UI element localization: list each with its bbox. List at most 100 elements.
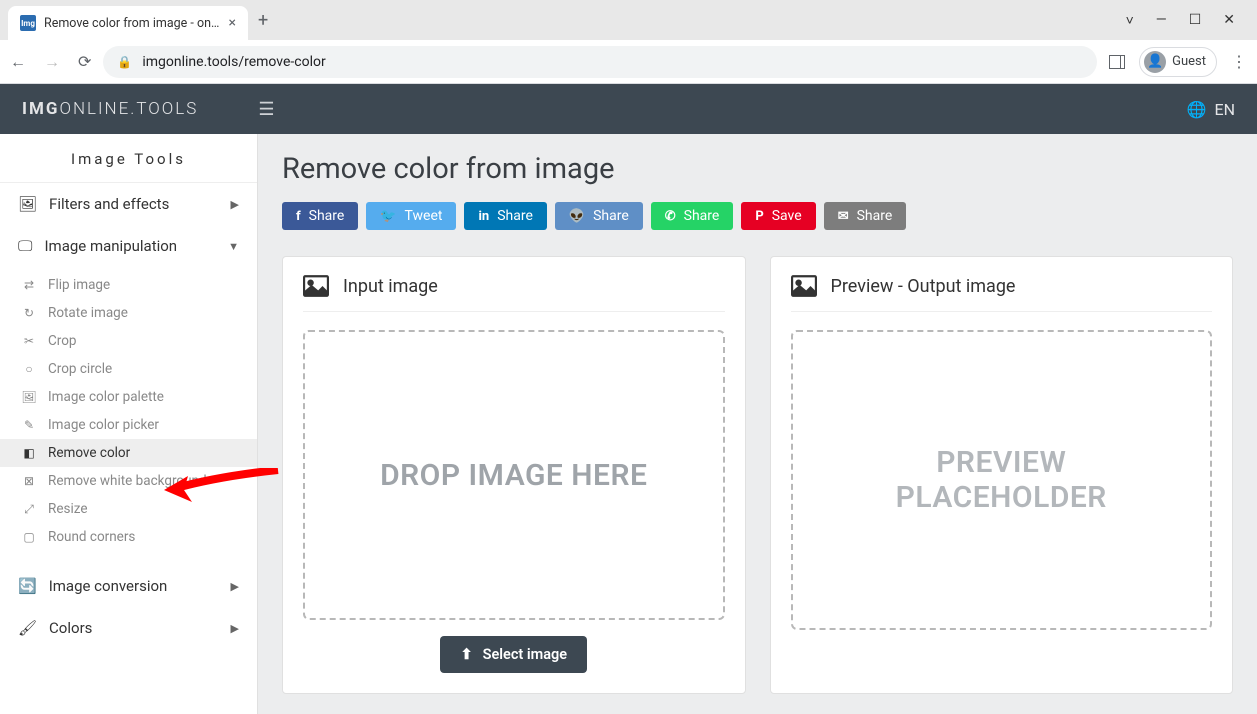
browser-chrome: Img Remove color from image - onlin × + … <box>0 0 1257 84</box>
share-pinterest[interactable]: PSave <box>741 202 815 230</box>
sidebar-cat-label: Colors <box>49 619 92 637</box>
content-area: Remove color from image fShare 🐦Tweet in… <box>258 134 1257 714</box>
new-tab-button[interactable]: + <box>258 10 268 31</box>
sidebar-title: Image Tools <box>0 134 257 183</box>
tab-strip: Img Remove color from image - onlin × + … <box>0 0 1257 40</box>
flip-icon: ⇄ <box>22 278 36 292</box>
preview-panel: Preview - Output image PREVIEW PLACEHOLD… <box>770 256 1234 694</box>
chevron-right-icon: ▶ <box>231 622 239 635</box>
preview-panel-title: Preview - Output image <box>831 276 1016 297</box>
reddit-icon: 👽 <box>569 209 585 224</box>
removewhite-icon: ⊠ <box>22 474 36 488</box>
avatar-icon: 👤 <box>1144 51 1166 73</box>
image-icon <box>791 275 817 297</box>
refresh-icon: 🔄 <box>18 577 37 595</box>
sidebar-cat-conversion[interactable]: 🔄 Image conversion ▶ <box>0 565 257 607</box>
forward-icon: → <box>44 52 60 72</box>
share-whatsapp[interactable]: ✆Share <box>651 202 734 230</box>
browser-tab[interactable]: Img Remove color from image - onlin × <box>8 6 248 40</box>
rotate-icon: ↻ <box>22 306 36 320</box>
share-row: fShare 🐦Tweet inShare 👽Share ✆Share PSav… <box>282 202 1233 230</box>
tab-title: Remove color from image - onlin <box>44 16 221 31</box>
facebook-icon: f <box>296 209 301 224</box>
linkedin-icon: in <box>478 209 489 224</box>
sidebar-cat-filters[interactable]: 🖼 Filters and effects ▶ <box>0 183 257 225</box>
url-text: imgonline.tools/remove-color <box>142 54 325 70</box>
image-icon <box>303 275 329 297</box>
address-bar[interactable]: 🔒 imgonline.tools/remove-color <box>103 46 1097 78</box>
nav-icons: ← → ⟳ <box>10 52 91 72</box>
upload-icon: ⬆ <box>460 646 472 663</box>
pinterest-icon: P <box>755 209 763 224</box>
preview-placeholder-line1: PREVIEW <box>896 445 1107 480</box>
address-right: 👤 Guest ⋮ <box>1109 47 1247 77</box>
input-panel-title: Input image <box>343 276 438 297</box>
select-image-button[interactable]: ⬆ Select image <box>440 636 587 673</box>
close-window-icon[interactable]: ✕ <box>1223 12 1235 28</box>
chevron-down-icon[interactable]: ˅ <box>1126 12 1134 29</box>
drop-zone[interactable]: DROP IMAGE HERE <box>303 330 725 620</box>
profile-label: Guest <box>1172 54 1206 69</box>
lock-icon: 🔒 <box>117 55 132 69</box>
app-header: IMGONLINE.TOOLS ☰ 🌐 EN <box>0 84 1257 134</box>
address-row: ← → ⟳ 🔒 imgonline.tools/remove-color 👤 G… <box>0 40 1257 84</box>
share-email[interactable]: ✉Share <box>824 202 907 230</box>
removecolor-icon: ◧ <box>22 446 36 460</box>
sidebar-cat-colors[interactable]: 🖌 Colors ▶ <box>0 607 257 649</box>
sidebar-item-flip[interactable]: ⇄Flip image <box>0 271 257 299</box>
page-title: Remove color from image <box>282 152 1233 186</box>
chevron-right-icon: ▶ <box>231 198 239 211</box>
share-linkedin[interactable]: inShare <box>464 202 546 230</box>
share-reddit[interactable]: 👽Share <box>555 202 643 230</box>
globe-icon: 🌐 <box>1187 100 1207 119</box>
maximize-icon[interactable]: ☐ <box>1189 12 1202 28</box>
language-switcher[interactable]: 🌐 EN <box>1187 100 1235 119</box>
palette-icon: 🖼 <box>22 390 36 404</box>
sidebar-item-picker[interactable]: ✎Image color picker <box>0 411 257 439</box>
sidebar-item-cropcircle[interactable]: ○Crop circle <box>0 355 257 383</box>
sidebar-cat-manipulation[interactable]: 🖵 Image manipulation ▼ <box>0 225 257 267</box>
input-panel: Input image DROP IMAGE HERE ⬆ Select ima… <box>282 256 746 694</box>
drop-zone-text: DROP IMAGE HERE <box>380 458 647 493</box>
chevron-down-icon: ▼ <box>228 240 239 253</box>
sidebar-item-removewhite[interactable]: ⊠Remove white background <box>0 467 257 495</box>
panel-icon[interactable] <box>1109 55 1125 69</box>
sidebar-item-crop[interactable]: ✂Crop <box>0 327 257 355</box>
sidebar-cat-label: Image manipulation <box>44 237 177 255</box>
sidebar-item-rotate[interactable]: ↻Rotate image <box>0 299 257 327</box>
brush-icon: 🖌 <box>18 619 37 637</box>
sidebar-item-palette[interactable]: 🖼Image color palette <box>0 383 257 411</box>
sidebar: Image Tools 🖼 Filters and effects ▶ 🖵 Im… <box>0 134 258 714</box>
circle-icon: ○ <box>22 362 36 376</box>
chevron-right-icon: ▶ <box>231 580 239 593</box>
profile-chip[interactable]: 👤 Guest <box>1139 47 1217 77</box>
select-image-label: Select image <box>483 646 567 663</box>
email-icon: ✉ <box>838 209 849 224</box>
hamburger-icon[interactable]: ☰ <box>258 99 274 120</box>
preview-placeholder: PREVIEW PLACEHOLDER <box>791 330 1213 630</box>
share-twitter[interactable]: 🐦Tweet <box>366 202 456 230</box>
sidebar-item-roundcorners[interactable]: ▢Round corners <box>0 523 257 551</box>
sidebar-submenu-manipulation: ⇄Flip image ↻Rotate image ✂Crop ○Crop ci… <box>0 267 257 555</box>
resize-icon: ⤢ <box>22 502 36 517</box>
panels-row: Input image DROP IMAGE HERE ⬆ Select ima… <box>282 256 1233 694</box>
sidebar-cat-label: Image conversion <box>49 577 168 595</box>
reload-icon[interactable]: ⟳ <box>78 52 91 71</box>
close-tab-icon[interactable]: × <box>229 15 236 31</box>
preview-placeholder-line2: PLACEHOLDER <box>896 480 1107 515</box>
minimize-icon[interactable]: — <box>1156 12 1167 28</box>
logo[interactable]: IMGONLINE.TOOLS <box>22 99 198 119</box>
preview-panel-header: Preview - Output image <box>791 275 1213 312</box>
language-label: EN <box>1214 100 1235 119</box>
whatsapp-icon: ✆ <box>665 209 676 224</box>
back-icon[interactable]: ← <box>10 52 26 72</box>
input-panel-header: Input image <box>303 275 725 312</box>
sidebar-item-removecolor[interactable]: ◧Remove color <box>0 439 257 467</box>
sidebar-item-resize[interactable]: ⤢Resize <box>0 495 257 523</box>
favicon-icon: Img <box>20 15 36 31</box>
adjust-icon: 🖵 <box>18 237 32 255</box>
kebab-menu-icon[interactable]: ⋮ <box>1231 52 1247 71</box>
image-icon: 🖼 <box>18 195 37 213</box>
share-facebook[interactable]: fShare <box>282 202 358 230</box>
eyedropper-icon: ✎ <box>22 418 36 432</box>
